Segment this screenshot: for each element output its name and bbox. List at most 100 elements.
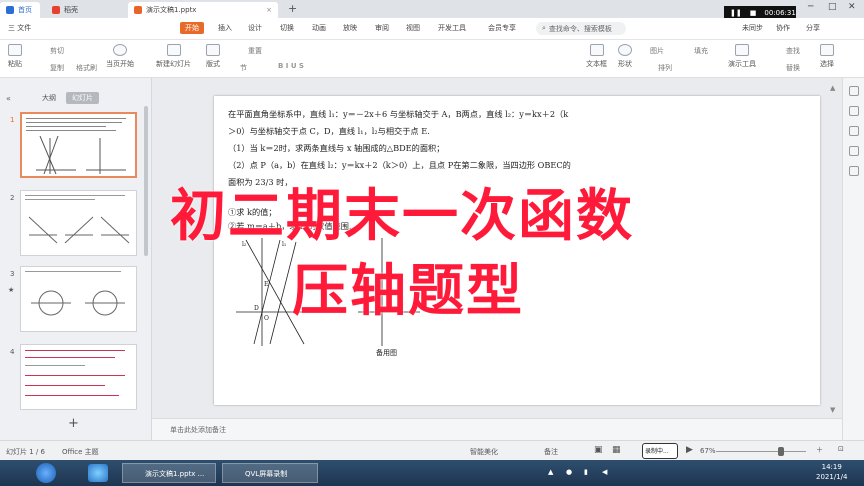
zoom-level: 67% (700, 447, 716, 455)
tab-docer[interactable]: 稻壳 (46, 2, 124, 18)
figure-caption: 备用图 (376, 349, 397, 357)
network-icon[interactable]: ▮ (584, 467, 588, 477)
pause-icon[interactable]: ❚❚ (730, 9, 742, 17)
shape-button[interactable]: 形状 (618, 44, 632, 69)
question-line: （1）当 k＝2时，求两条直线与 x 轴围成的△BDE的面积； (228, 143, 445, 153)
zoom-slider-handle[interactable] (778, 447, 784, 456)
question-line: 在平面直角坐标系中，直线 l₁：y＝－2x＋6 与坐标轴交于 A，B两点，直线 … (228, 109, 569, 119)
menu-slideshow[interactable]: 放映 (343, 23, 357, 33)
shape-icon (618, 44, 632, 56)
layout-label: 版式 (206, 60, 220, 68)
menu-design[interactable]: 设计 (248, 23, 262, 33)
menu-view[interactable]: 视图 (406, 23, 420, 33)
reset-button[interactable]: 重置 (248, 46, 262, 56)
recording-badge: 录制中... (642, 443, 678, 459)
textbox-button[interactable]: 文本框 (586, 44, 607, 69)
command-search[interactable]: ⌕ 查找命令、搜索模板 (536, 22, 626, 35)
paste-button[interactable]: 粘贴 (8, 44, 22, 69)
clock[interactable]: 14:19 2021/1/4 (816, 462, 847, 482)
replace-button[interactable]: 替换 (786, 63, 800, 73)
tab-home[interactable]: 首页 (0, 2, 40, 18)
slide-thumbnail[interactable] (20, 190, 137, 256)
menu-developer[interactable]: 开发工具 (438, 23, 466, 33)
slide-number: 2 (10, 194, 15, 202)
collapse-panel-icon[interactable]: « (6, 94, 11, 103)
shape-label: 形状 (618, 60, 632, 68)
status-bar: 幻灯片 1 / 6 Office 主题 智能美化 备注 ▣ ▦ 录制中... ▶… (0, 440, 864, 460)
collab-button[interactable]: 协作 (776, 23, 790, 33)
bold-icon[interactable]: B I U S (278, 62, 304, 70)
find-button[interactable]: 查找 (786, 46, 800, 56)
slide-thumbnail[interactable] (20, 266, 137, 332)
picture-button[interactable]: 图片 (650, 46, 664, 56)
cut-button[interactable]: 剪切 (50, 46, 64, 56)
svg-text:O: O (264, 315, 269, 322)
menu-transition[interactable]: 切换 (280, 23, 294, 33)
taskbar-recorder[interactable]: QVL屏幕录制 (222, 463, 318, 483)
add-slide-button[interactable]: + (68, 416, 79, 431)
help-icon[interactable] (849, 166, 859, 176)
recording-label: 录制中... (645, 448, 669, 455)
presentation-tools-button[interactable]: 演示工具 (728, 44, 756, 69)
fit-window-icon[interactable]: ⊡ (838, 445, 844, 453)
copy-button[interactable]: 复制 (50, 63, 64, 73)
stop-icon[interactable]: ■ (750, 9, 757, 17)
tab-document[interactable]: 演示文稿1.pptx × (128, 2, 278, 18)
notes-toggle[interactable]: 备注 (544, 447, 558, 457)
menu-insert[interactable]: 插入 (218, 23, 232, 33)
settings-icon[interactable] (849, 126, 859, 136)
notes-pane[interactable]: 单击此处添加备注 (152, 418, 842, 440)
section-button[interactable]: 节 (240, 63, 247, 73)
window-close-icon[interactable]: ✕ (848, 2, 856, 12)
share-button[interactable]: 分享 (806, 23, 820, 33)
recorder-time: 00:06:31 (764, 9, 796, 17)
thumbnail-graph (36, 136, 126, 175)
start-button[interactable] (36, 463, 56, 483)
volume-icon[interactable]: ◀ (602, 467, 607, 477)
arrow-icon[interactable] (849, 106, 859, 116)
format-painter-button[interactable]: 格式刷 (76, 63, 97, 73)
new-slide-button[interactable]: 新建幻灯片 (156, 44, 191, 69)
menu-start[interactable]: 开始 (180, 22, 204, 34)
close-icon[interactable]: × (266, 6, 272, 14)
select-button[interactable]: 选择 (820, 44, 834, 69)
slide-canvas[interactable]: 在平面直角坐标系中，直线 l₁：y＝－2x＋6 与坐标轴交于 A，B两点，直线 … (170, 96, 820, 405)
slide-thumbnail[interactable] (20, 112, 137, 178)
zoom-slider[interactable] (716, 451, 806, 452)
file-menu[interactable]: 三 文件 (8, 23, 31, 33)
slide-thumbnail[interactable] (20, 344, 137, 410)
panel-scrollbar[interactable] (144, 106, 148, 256)
tab-outline[interactable]: 大纲 (36, 92, 62, 104)
docer-icon (52, 6, 60, 14)
unsync-status[interactable]: 未同步 (742, 23, 763, 33)
presentation-tools-label: 演示工具 (728, 60, 756, 68)
animation-icon[interactable] (849, 146, 859, 156)
arrange-button[interactable]: 排列 (658, 63, 672, 73)
tab-slides[interactable]: 幻灯片 (66, 92, 99, 104)
property-icon[interactable] (849, 86, 859, 96)
menu-review[interactable]: 审阅 (375, 23, 389, 33)
maximize-icon[interactable]: □ (828, 2, 837, 12)
new-tab-button[interactable]: + (288, 2, 297, 15)
animation-star-icon: ★ (8, 286, 15, 294)
menu-animation[interactable]: 动画 (312, 23, 326, 33)
slide-number: 3 (10, 270, 15, 278)
textbox-label: 文本框 (586, 60, 607, 68)
fill-button[interactable]: 填充 (694, 46, 708, 56)
sorter-view-icon[interactable]: ▦ (612, 445, 621, 455)
tray-icon[interactable]: ▲ (548, 467, 553, 477)
wechat-icon[interactable]: ● (566, 467, 572, 477)
scroll-up-icon[interactable]: ▲ (830, 84, 835, 92)
normal-view-icon[interactable]: ▣ (594, 445, 603, 455)
play-slideshow-icon[interactable]: ▶ (686, 445, 693, 455)
menu-bar: 三 文件 开始 插入 设计 切换 动画 放映 审阅 视图 开发工具 会员专享 ⌕… (0, 18, 864, 40)
smart-beautify-button[interactable]: 智能美化 (470, 447, 498, 457)
ie-icon[interactable] (88, 464, 108, 482)
play-from-current-button[interactable]: 当页开始 (106, 44, 134, 69)
layout-button[interactable]: 版式 (206, 44, 220, 69)
taskbar-wps[interactable]: 演示文稿1.pptx ... (122, 463, 216, 483)
menu-member[interactable]: 会员专享 (488, 23, 516, 33)
minimize-icon[interactable]: ─ (808, 2, 813, 12)
scroll-down-icon[interactable]: ▼ (830, 406, 835, 414)
zoom-in-icon[interactable]: ＋ (816, 445, 823, 455)
